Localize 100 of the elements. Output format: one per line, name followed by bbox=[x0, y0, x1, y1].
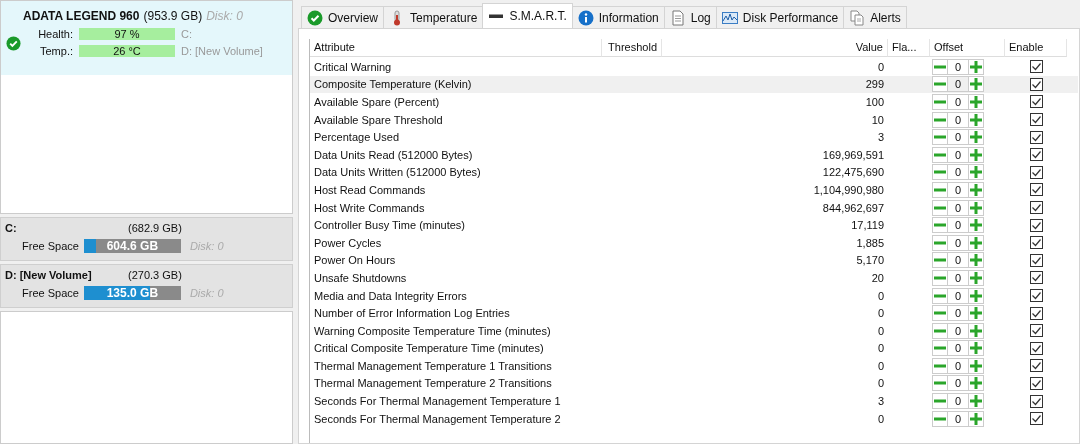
table-row[interactable]: Data Units Written (512000 Bytes) 122,475,690 0 bbox=[310, 163, 1078, 182]
decrement-button[interactable] bbox=[932, 410, 948, 427]
increment-button[interactable] bbox=[968, 58, 984, 75]
increment-button[interactable] bbox=[968, 111, 984, 128]
column-header[interactable]: Fla... bbox=[888, 39, 930, 57]
decrement-button[interactable] bbox=[932, 340, 948, 357]
increment-button[interactable] bbox=[968, 129, 984, 146]
checkbox[interactable] bbox=[1029, 271, 1043, 285]
column-header[interactable]: Value bbox=[662, 39, 888, 57]
table-row[interactable]: Critical Warning 0 0 bbox=[310, 58, 1078, 76]
increment-button[interactable] bbox=[968, 357, 984, 374]
table-row[interactable]: Warning Composite Temperature Time (minutes) 0 0 bbox=[310, 321, 1078, 340]
increment-button[interactable] bbox=[968, 217, 984, 234]
tab[interactable]: Information bbox=[571, 6, 665, 28]
decrement-button[interactable] bbox=[932, 269, 948, 286]
table-row[interactable]: Thermal Management Temperature 1 Transitions 0 0 bbox=[310, 357, 1078, 375]
decrement-button[interactable] bbox=[932, 146, 948, 163]
checkbox[interactable] bbox=[1029, 77, 1043, 91]
increment-button[interactable] bbox=[968, 199, 984, 216]
chart-icon bbox=[721, 9, 738, 26]
increment-button[interactable] bbox=[968, 234, 984, 251]
table-row[interactable]: Thermal Management Temperature 2 Transitions 0 0 bbox=[310, 374, 1078, 393]
column-header[interactable]: Enable bbox=[1005, 39, 1067, 57]
decrement-button[interactable] bbox=[932, 76, 948, 93]
table-row[interactable]: Available Spare (Percent) 100 0 bbox=[310, 93, 1078, 111]
decrement-button[interactable] bbox=[932, 287, 948, 304]
checkbox[interactable] bbox=[1029, 130, 1043, 144]
decrement-button[interactable] bbox=[932, 234, 948, 251]
column-header[interactable]: Attribute bbox=[310, 39, 602, 57]
increment-button[interactable] bbox=[968, 375, 984, 392]
checkbox[interactable] bbox=[1029, 289, 1043, 302]
table-row[interactable]: Percentage Used 3 0 bbox=[310, 128, 1078, 146]
increment-button[interactable] bbox=[968, 393, 984, 410]
table-row[interactable]: Unsafe Shutdowns 20 0 bbox=[310, 269, 1078, 287]
increment-button[interactable] bbox=[968, 269, 984, 286]
increment-button[interactable] bbox=[968, 287, 984, 304]
increment-button[interactable] bbox=[968, 410, 984, 427]
table-row[interactable]: Controller Busy Time (minutes) 17,119 0 bbox=[310, 216, 1078, 234]
volume-card[interactable]: C: (682.9 GB) Free Space 604.6 GB Disk: 0 bbox=[0, 217, 293, 261]
checkbox[interactable] bbox=[1029, 377, 1043, 390]
table-row[interactable]: Power On Hours 5,170 0 bbox=[310, 251, 1078, 270]
table-row[interactable]: Seconds For Thermal Management Temperature 2 0 0 bbox=[310, 409, 1078, 428]
table-row[interactable]: Number of Error Information Log Entries 0 0 bbox=[310, 304, 1078, 322]
decrement-button[interactable] bbox=[932, 199, 948, 216]
decrement-button[interactable] bbox=[932, 375, 948, 392]
decrement-button[interactable] bbox=[932, 322, 948, 339]
tab[interactable]: Log bbox=[663, 6, 717, 28]
checkbox[interactable] bbox=[1029, 253, 1043, 267]
table-row[interactable]: Seconds For Thermal Management Temperature 1 3 0 bbox=[310, 392, 1078, 410]
column-header[interactable]: Threshold bbox=[602, 39, 662, 57]
table-row[interactable]: Data Units Read (512000 Bytes) 169,969,591 0 bbox=[310, 145, 1078, 164]
checkbox[interactable] bbox=[1029, 165, 1043, 179]
checkbox[interactable] bbox=[1029, 236, 1043, 250]
checkbox[interactable] bbox=[1029, 394, 1043, 408]
tab[interactable]: Overview bbox=[301, 6, 384, 28]
checkbox[interactable] bbox=[1029, 359, 1043, 373]
value-cell-text: 10 bbox=[870, 113, 885, 126]
table-row[interactable]: Power Cycles 1,885 0 bbox=[310, 233, 1078, 252]
checkbox[interactable] bbox=[1029, 201, 1043, 215]
table-row[interactable]: Host Write Commands 844,962,697 0 bbox=[310, 198, 1078, 217]
checkbox[interactable] bbox=[1029, 60, 1043, 74]
decrement-button[interactable] bbox=[932, 217, 948, 234]
tab[interactable]: Alerts bbox=[843, 6, 907, 28]
decrement-button[interactable] bbox=[932, 357, 948, 374]
checkbox[interactable] bbox=[1029, 148, 1043, 162]
decrement-button[interactable] bbox=[932, 164, 948, 181]
volume-card[interactable]: D: [New Volume] (270.3 GB) Free Space 135.0 GB Disk: 0 bbox=[0, 264, 293, 308]
table-row[interactable]: Media and Data Integrity Errors 0 0 bbox=[310, 286, 1078, 305]
increment-button[interactable] bbox=[968, 76, 984, 93]
checkbox[interactable] bbox=[1029, 95, 1043, 109]
increment-button[interactable] bbox=[968, 164, 984, 181]
increment-button[interactable] bbox=[968, 322, 984, 339]
decrement-button[interactable] bbox=[932, 181, 948, 198]
checkbox[interactable] bbox=[1029, 218, 1043, 232]
decrement-button[interactable] bbox=[932, 111, 948, 128]
decrement-button[interactable] bbox=[932, 393, 948, 410]
tab[interactable]: S.M.A.R.T. bbox=[482, 3, 573, 28]
table-row[interactable]: Available Spare Threshold 10 0 bbox=[310, 110, 1078, 129]
checkbox[interactable] bbox=[1029, 324, 1043, 338]
checkbox[interactable] bbox=[1029, 306, 1043, 320]
decrement-button[interactable] bbox=[932, 94, 948, 110]
decrement-button[interactable] bbox=[932, 252, 948, 269]
checkbox[interactable] bbox=[1029, 183, 1043, 197]
decrement-button[interactable] bbox=[932, 129, 948, 146]
increment-button[interactable] bbox=[968, 252, 984, 269]
checkbox[interactable] bbox=[1029, 412, 1043, 426]
checkbox[interactable] bbox=[1029, 113, 1043, 127]
table-row[interactable]: Critical Composite Temperature Time (minutes) 0 0 bbox=[310, 339, 1078, 358]
increment-button[interactable] bbox=[968, 305, 984, 322]
column-header[interactable]: Offset bbox=[930, 39, 1005, 57]
decrement-button[interactable] bbox=[932, 305, 948, 322]
increment-button[interactable] bbox=[968, 181, 984, 198]
increment-button[interactable] bbox=[968, 94, 984, 110]
tab[interactable]: Temperature bbox=[383, 6, 484, 28]
increment-button[interactable] bbox=[968, 340, 984, 357]
increment-button[interactable] bbox=[968, 146, 984, 163]
table-row[interactable]: Host Read Commands 1,104,990,980 0 bbox=[310, 181, 1078, 199]
decrement-button[interactable] bbox=[932, 58, 948, 75]
selected-row[interactable]: Composite Temperature (Kelvin) 299 0 bbox=[310, 75, 1078, 94]
checkbox[interactable] bbox=[1029, 341, 1043, 355]
